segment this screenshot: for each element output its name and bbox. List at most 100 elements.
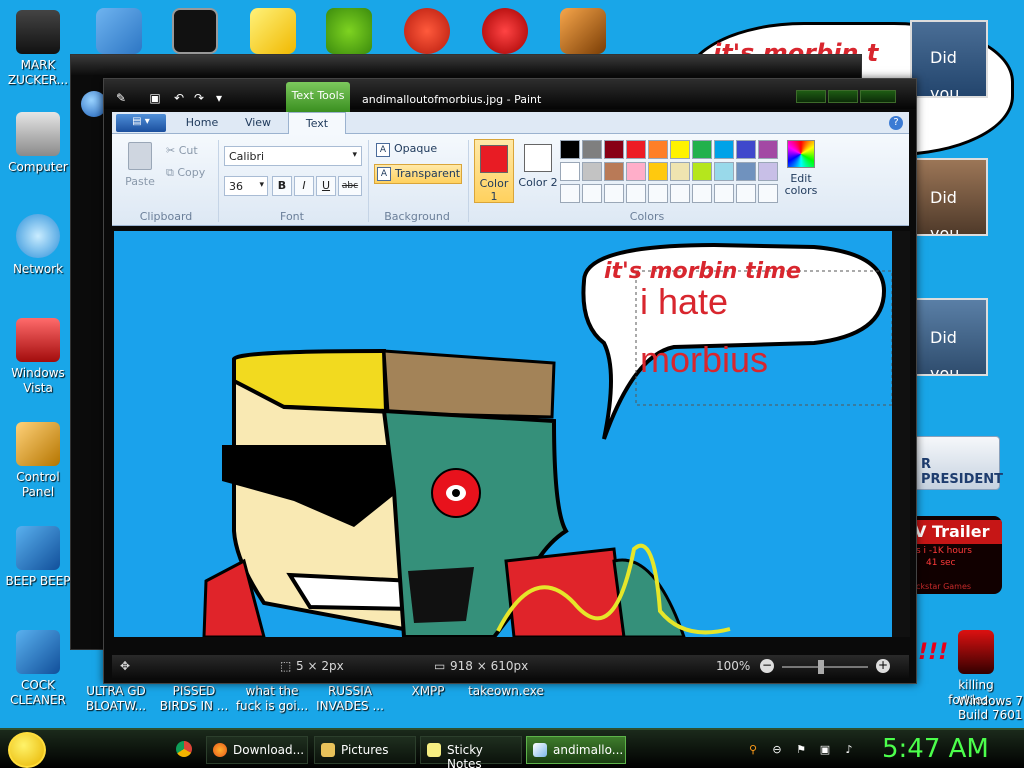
angry-birds-icon[interactable] [326,8,372,54]
desktop-icon-xmpp[interactable]: XMPP [390,684,466,699]
palette-swatch[interactable] [692,162,712,181]
desktop-icon-pissed-birds[interactable]: PISSED BIRDS IN ... [156,684,232,714]
paint-window[interactable]: ✎ ▣ ↶ ↷ ▾ Text Tools andimalloutofmorbiu… [103,78,917,684]
cmd-icon[interactable] [172,8,218,54]
top-icon-3[interactable] [250,8,296,54]
chrome-icon[interactable] [176,741,192,757]
vote-card-1[interactable]: Did you Vote? [910,20,988,98]
palette-swatch[interactable] [758,184,778,203]
close-button[interactable] [860,90,896,103]
background-window-titlebar[interactable] [71,55,861,75]
network-tray-icon[interactable]: ▣ [818,743,832,757]
canvas-resize-strip[interactable] [892,231,910,637]
cut-button[interactable]: ✂ Cut [166,144,198,157]
palette-swatch[interactable] [560,140,580,159]
maximize-button[interactable] [828,90,858,103]
color1-button[interactable]: Color 1 [474,139,514,203]
palette-swatch[interactable] [626,140,646,159]
desktop-icon-mark[interactable]: MARK ZUCKER... [0,10,76,88]
taskbar-button-paint[interactable]: andimallo... [526,736,626,764]
desktop-icon-ultra[interactable]: ULTRA GD BLOATW... [78,684,154,714]
desktop-icon-beep[interactable]: BEEP BEEP [0,526,76,589]
palette-swatch[interactable] [626,162,646,181]
palette-swatch[interactable] [604,184,624,203]
tab-view[interactable]: View [232,112,284,134]
undo-icon[interactable]: ↶ [172,91,186,105]
underline-button[interactable]: U [316,176,336,196]
palette-swatch[interactable] [648,162,668,181]
zoom-track[interactable] [782,666,868,668]
strikethrough-button[interactable]: abc [338,176,362,196]
paint-canvas[interactable]: it's morbin time i hate morbius [114,231,892,637]
taskbar-button-download[interactable]: Download... [206,736,308,764]
president-button[interactable]: R PRESIDENT [912,436,1003,490]
paint-titlebar[interactable]: ✎ ▣ ↶ ↷ ▾ Text Tools andimalloutofmorbiu… [104,79,916,112]
tab-text[interactable]: Text [288,112,346,135]
desktop-icon-network[interactable]: Network [0,214,76,277]
zoom-slider[interactable]: − + [760,659,892,674]
palette-swatch[interactable] [670,184,690,203]
quick-access-dropdown-icon[interactable]: ▾ [212,91,226,105]
zoom-in-icon[interactable]: + [876,659,890,673]
desktop-icon-recycle[interactable]: Windows Vista [0,318,76,396]
tray-minus-icon[interactable]: ⊖ [770,743,784,757]
tab-home[interactable]: Home [176,112,228,134]
palette-swatch[interactable] [692,184,712,203]
palette-swatch[interactable] [736,184,756,203]
typed-text-line-2[interactable]: morbius [640,339,768,381]
palette-swatch[interactable] [714,162,734,181]
color2-button[interactable]: Color 2 [518,139,558,203]
palette-swatch[interactable] [648,184,668,203]
file-menu-icon[interactable]: ▤ ▾ [116,114,166,132]
font-family-select[interactable]: Calibri ▾ [224,146,362,166]
top-icon-7[interactable] [560,8,606,54]
redo-icon[interactable]: ↷ [192,91,206,105]
save-icon[interactable]: ▣ [148,91,162,105]
devcpp-icon[interactable] [482,8,528,54]
palette-swatch[interactable] [582,184,602,203]
vote-card-3[interactable]: Did you Vote? [910,298,988,376]
copy-button[interactable]: ⧉ Copy [166,166,205,180]
transparent-option[interactable]: A Transparent [374,164,462,184]
desktop-icon-what[interactable]: what the fuck is goi... [234,684,310,714]
desktop-icon-cock-cleaner[interactable]: COCK CLEANER [0,630,76,708]
taskbar-button-pictures[interactable]: Pictures [314,736,416,764]
zoom-thumb[interactable] [818,660,824,674]
start-button[interactable] [8,732,46,768]
clock[interactable]: 5:47 AM [882,734,989,764]
palette-swatch[interactable] [604,162,624,181]
desktop-icon-takeown[interactable]: takeown.exe [468,684,544,699]
palette-swatch[interactable] [714,140,734,159]
trailer-gadget[interactable]: V Trailer s i -1K hours 41 sec ckstar Ga… [910,516,1002,594]
palette-swatch[interactable] [692,140,712,159]
palette-swatch[interactable] [582,140,602,159]
p-icon[interactable] [404,8,450,54]
italic-button[interactable]: I [294,176,314,196]
zoom-out-icon[interactable]: − [760,659,774,673]
taskbar-button-sticky-notes[interactable]: Sticky Notes [420,736,522,768]
palette-swatch[interactable] [714,184,734,203]
bold-button[interactable]: B [272,176,292,196]
palette-swatch[interactable] [626,184,646,203]
typed-text-line-1[interactable]: i hate [640,281,728,323]
paste-button[interactable]: Paste [122,140,158,196]
palette-swatch[interactable] [736,140,756,159]
palette-swatch[interactable] [736,162,756,181]
palette-swatch[interactable] [670,140,690,159]
search-icon[interactable]: ⚲ [746,743,760,757]
palette-swatch[interactable] [670,162,690,181]
minimize-button[interactable] [796,90,826,103]
vote-card-2[interactable]: Did you Vote? [910,158,988,236]
desktop-icon-control-panel[interactable]: Control Panel [0,422,76,500]
palette-swatch[interactable] [582,162,602,181]
palette-swatch[interactable] [560,162,580,181]
desktop-icon-computer[interactable]: Computer [0,112,76,175]
palette-swatch[interactable] [758,140,778,159]
top-icon-1[interactable] [96,8,142,54]
font-size-select[interactable]: 36 ▾ [224,176,268,196]
volume-icon[interactable]: ♪ [842,743,856,757]
opaque-option[interactable]: A Opaque [374,142,462,160]
palette-swatch[interactable] [604,140,624,159]
edit-colors-button[interactable]: Edit colors [784,140,818,197]
paint-app-icon[interactable]: ✎ [114,91,128,105]
